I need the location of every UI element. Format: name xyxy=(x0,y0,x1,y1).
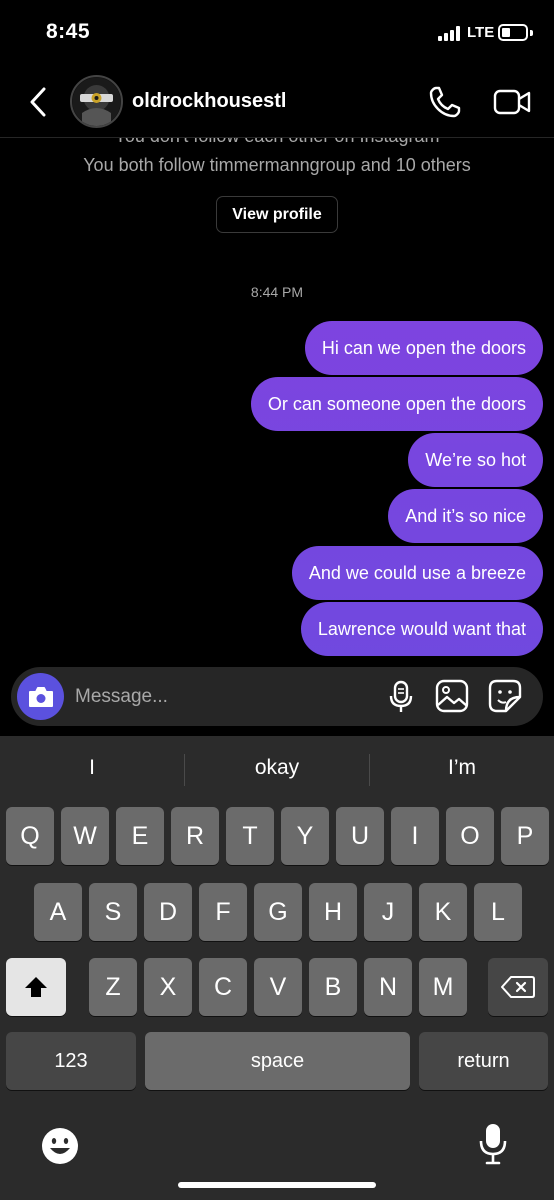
phone-icon xyxy=(429,86,461,118)
key-g[interactable]: G xyxy=(254,883,302,941)
chat-header: oldrockhousestl xyxy=(0,66,554,138)
chevron-left-icon xyxy=(30,87,46,117)
key-w[interactable]: W xyxy=(61,807,109,865)
shift-arrow-icon xyxy=(25,977,47,997)
key-k[interactable]: K xyxy=(419,883,467,941)
rock-house-logo xyxy=(72,77,121,126)
key-b[interactable]: B xyxy=(309,958,357,1016)
mutual-followers: You both follow timmermanngroup and 10 o… xyxy=(83,155,471,175)
key-f[interactable]: F xyxy=(199,883,247,941)
suggestion-3[interactable]: I’m xyxy=(370,756,554,780)
chat-username[interactable]: oldrockhousestl xyxy=(132,90,286,113)
key-z[interactable]: Z xyxy=(89,958,137,1016)
view-profile-button[interactable]: View profile xyxy=(216,196,338,233)
message-bubble[interactable]: Lawrence would want that xyxy=(300,602,543,656)
key-m[interactable]: M xyxy=(419,958,467,1016)
key-v[interactable]: V xyxy=(254,958,302,1016)
status-bar: 8:45 LTE xyxy=(0,0,554,66)
message-input[interactable] xyxy=(75,682,375,712)
key-x[interactable]: X xyxy=(144,958,192,1016)
voice-message-button[interactable] xyxy=(387,680,415,714)
message-bubble[interactable]: Or can someone open the doors xyxy=(250,377,543,431)
message-timestamp: 8:44 PM xyxy=(250,284,304,300)
battery-icon xyxy=(498,24,528,41)
cellular-signal-icon xyxy=(438,26,464,41)
battery-cap xyxy=(530,30,533,36)
key-c[interactable]: C xyxy=(199,958,247,1016)
dictation-button[interactable] xyxy=(478,1122,508,1166)
status-time: 8:45 xyxy=(46,20,91,43)
key-q[interactable]: Q xyxy=(6,807,54,865)
key-y[interactable]: Y xyxy=(281,807,329,865)
backspace-key[interactable] xyxy=(488,958,548,1016)
follow-status: You don't follow each other on Instagram xyxy=(0,138,554,150)
gallery-button[interactable] xyxy=(435,679,469,713)
key-p[interactable]: P xyxy=(501,807,549,865)
key-i[interactable]: I xyxy=(391,807,439,865)
message-bubble[interactable]: And it’s so nice xyxy=(388,489,543,543)
network-type: LTE xyxy=(467,24,495,41)
back-button[interactable] xyxy=(22,82,54,122)
message-composer xyxy=(11,667,543,726)
follow-status-text: You don't follow each other on Instagram xyxy=(0,138,554,147)
emoji-keyboard-button[interactable] xyxy=(40,1126,80,1166)
key-r[interactable]: R xyxy=(171,807,219,865)
voice-call-button[interactable] xyxy=(427,84,463,120)
emoji-icon xyxy=(42,1128,78,1164)
space-key[interactable]: space xyxy=(145,1032,410,1090)
camera-button[interactable] xyxy=(17,673,64,720)
microphone-icon xyxy=(389,680,413,712)
home-indicator xyxy=(178,1182,376,1188)
shift-key[interactable] xyxy=(6,958,66,1016)
gallery-icon xyxy=(435,679,469,713)
keyboard: I okay I’m 123 space return QWERTYUIOPAS… xyxy=(0,736,554,1200)
numbers-key[interactable]: 123 xyxy=(6,1032,136,1090)
suggestion-2[interactable]: okay xyxy=(185,756,369,780)
key-u[interactable]: U xyxy=(336,807,384,865)
sticker-icon xyxy=(488,679,522,713)
key-s[interactable]: S xyxy=(89,883,137,941)
suggestion-1[interactable]: I xyxy=(0,756,184,780)
key-j[interactable]: J xyxy=(364,883,412,941)
backspace-icon xyxy=(501,976,535,998)
key-n[interactable]: N xyxy=(364,958,412,1016)
key-e[interactable]: E xyxy=(116,807,164,865)
video-call-button[interactable] xyxy=(492,86,532,118)
key-l[interactable]: L xyxy=(474,883,522,941)
key-d[interactable]: D xyxy=(144,883,192,941)
key-a[interactable]: A xyxy=(34,883,82,941)
message-bubble[interactable]: We’re so hot xyxy=(408,433,543,487)
avatar[interactable] xyxy=(70,75,123,128)
video-camera-icon xyxy=(493,89,531,115)
sticker-button[interactable] xyxy=(488,679,522,713)
key-h[interactable]: H xyxy=(309,883,357,941)
key-t[interactable]: T xyxy=(226,807,274,865)
key-o[interactable]: O xyxy=(446,807,494,865)
message-bubble[interactable]: And we could use a breeze xyxy=(291,546,543,600)
camera-icon xyxy=(28,686,53,707)
microphone-icon xyxy=(479,1124,507,1165)
message-bubble[interactable]: Hi can we open the doors xyxy=(304,321,543,375)
return-key[interactable]: return xyxy=(419,1032,548,1090)
